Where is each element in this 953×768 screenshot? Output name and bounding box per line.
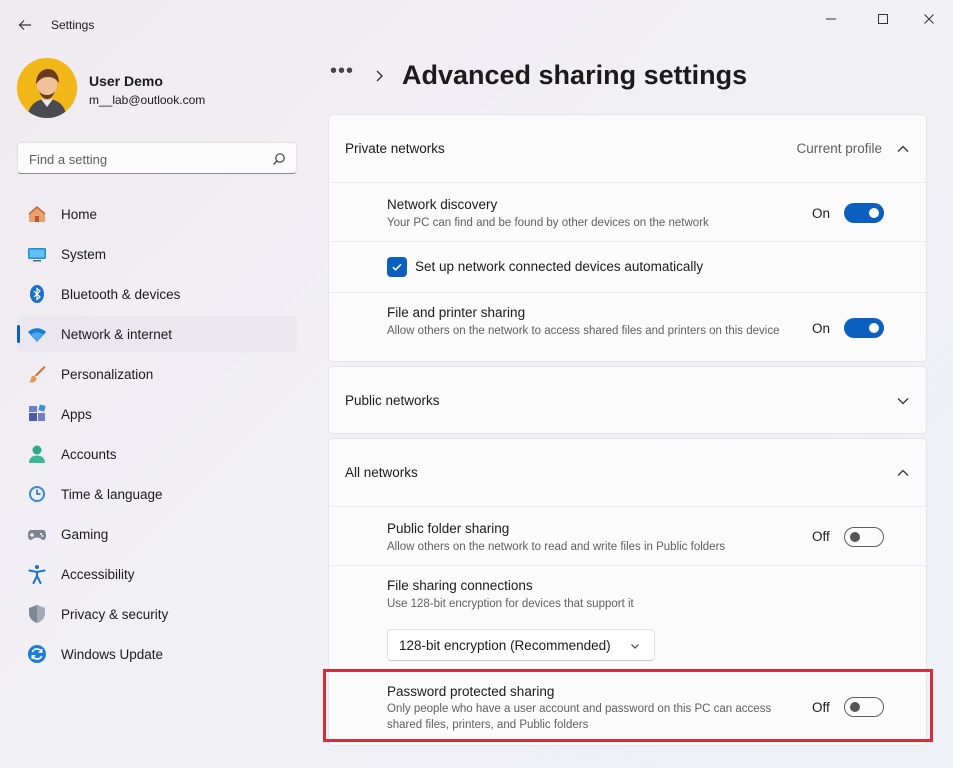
- sidebar-item-label: Privacy & security: [61, 607, 169, 622]
- auto-setup-checkbox[interactable]: [387, 257, 407, 277]
- brush-icon: [28, 366, 46, 383]
- close-button[interactable]: [906, 6, 952, 32]
- sidebar-item-system[interactable]: System: [17, 236, 297, 272]
- sidebar-item-apps[interactable]: Apps: [17, 396, 297, 432]
- update-icon: [28, 645, 46, 663]
- search-icon: [273, 153, 285, 165]
- setting-description: Allow others on the network to read and …: [387, 541, 726, 553]
- dropdown-selected-value: 128-bit encryption (Recommended): [399, 638, 611, 653]
- maximize-button[interactable]: [860, 6, 906, 32]
- sidebar-item-home[interactable]: Home: [17, 196, 297, 232]
- section-title: Public networks: [345, 393, 440, 408]
- checkbox-label: Set up network connected devices automat…: [415, 259, 704, 274]
- user-profile[interactable]: User Demo m__lab@outlook.com: [17, 58, 297, 120]
- page-title: Advanced sharing settings: [402, 60, 748, 90]
- sidebar-item-accounts[interactable]: Accounts: [17, 436, 297, 472]
- setting-title: File and printer sharing: [387, 305, 526, 320]
- highlight-annotation: [323, 669, 933, 742]
- bluetooth-icon: [30, 285, 44, 303]
- chevron-down-icon: [897, 398, 909, 405]
- sidebar-item-label: Bluetooth & devices: [61, 287, 181, 302]
- accessibility-icon: [28, 565, 46, 584]
- current-profile-label: Current profile: [796, 141, 882, 156]
- maximize-icon: [878, 14, 888, 24]
- sidebar-item-label: System: [61, 247, 107, 262]
- setting-title: Public folder sharing: [387, 521, 510, 536]
- system-icon: [28, 248, 46, 262]
- sidebar-item-label: Network & internet: [61, 327, 173, 342]
- home-icon: [28, 206, 46, 222]
- sidebar-item-label: Windows Update: [61, 647, 164, 662]
- close-icon: [924, 14, 934, 24]
- encryption-dropdown[interactable]: 128-bit encryption (Recommended): [387, 629, 655, 661]
- toggle-state-label: Off: [812, 529, 830, 544]
- sidebar-item-gaming[interactable]: Gaming: [17, 516, 297, 552]
- section-title: Private networks: [345, 141, 445, 156]
- auto-setup-row: Set up network connected devices automat…: [329, 241, 926, 293]
- private-networks-header[interactable]: Private networks Current profile: [329, 115, 926, 183]
- sidebar-item-personalization[interactable]: Personalization: [17, 356, 297, 392]
- user-name: User Demo: [89, 73, 163, 89]
- setting-description: Your PC can find and be found by other d…: [387, 217, 709, 229]
- file-sharing-connections-row: File sharing connections Use 128-bit enc…: [329, 565, 926, 669]
- chevron-down-icon: [631, 644, 639, 649]
- chevron-up-icon: [897, 145, 909, 152]
- sidebar-item-label: Gaming: [61, 527, 109, 542]
- all-networks-header[interactable]: All networks: [329, 439, 926, 507]
- sidebar-item-time-language[interactable]: Time & language: [17, 476, 297, 512]
- app-title: Settings: [51, 18, 95, 32]
- sidebar-item-bluetooth[interactable]: Bluetooth & devices: [17, 276, 297, 312]
- setting-title: Network discovery: [387, 197, 498, 212]
- search-placeholder: Find a setting: [29, 152, 108, 167]
- sidebar-item-windows-update[interactable]: Windows Update: [17, 636, 297, 672]
- public-folder-sharing-toggle[interactable]: [844, 527, 884, 547]
- shield-icon: [29, 605, 45, 623]
- file-printer-sharing-row: File and printer sharing Allow others on…: [329, 292, 926, 362]
- apps-icon: [29, 404, 46, 421]
- chevron-right-icon: [376, 70, 383, 82]
- network-discovery-row: Network discovery Your PC can find and b…: [329, 182, 926, 242]
- public-folder-sharing-row: Public folder sharing Allow others on th…: [329, 506, 926, 566]
- avatar: [17, 58, 77, 118]
- section-title: All networks: [345, 465, 418, 480]
- private-networks-card: Private networks Current profile Network…: [328, 114, 927, 362]
- back-button[interactable]: [14, 14, 36, 36]
- file-printer-sharing-toggle[interactable]: [844, 318, 884, 338]
- public-networks-card: Public networks: [328, 366, 927, 434]
- sidebar-item-network[interactable]: Network & internet: [17, 316, 297, 352]
- sidebar-nav: Home System Bluetooth & devices Network …: [17, 196, 297, 676]
- public-networks-header[interactable]: Public networks: [329, 367, 926, 433]
- minimize-icon: [826, 18, 836, 20]
- sidebar-item-label: Home: [61, 207, 98, 222]
- sidebar-item-privacy[interactable]: Privacy & security: [17, 596, 297, 632]
- sidebar-item-label: Personalization: [61, 367, 154, 382]
- toggle-state-label: On: [812, 206, 831, 221]
- breadcrumb-overflow-button[interactable]: •••: [330, 60, 354, 83]
- toggle-state-label: On: [812, 321, 831, 336]
- setting-title: File sharing connections: [387, 578, 533, 593]
- chevron-up-icon: [897, 469, 909, 476]
- gamepad-icon: [28, 530, 46, 540]
- minimize-button[interactable]: [808, 6, 854, 32]
- accounts-icon: [29, 445, 45, 463]
- sidebar-item-accessibility[interactable]: Accessibility: [17, 556, 297, 592]
- checkmark-icon: [392, 263, 402, 271]
- sidebar-item-label: Accounts: [61, 447, 117, 462]
- title-bar: Settings: [0, 0, 953, 48]
- network-discovery-toggle[interactable]: [844, 203, 884, 223]
- wifi-icon: [28, 328, 46, 342]
- setting-description: Allow others on the network to access sh…: [387, 325, 780, 337]
- user-email: m__lab@outlook.com: [89, 93, 206, 107]
- sidebar-item-label: Time & language: [61, 487, 163, 502]
- setting-description: Use 128-bit encryption for devices that …: [387, 598, 634, 610]
- clock-globe-icon: [29, 486, 45, 502]
- search-input[interactable]: Find a setting: [17, 142, 297, 174]
- sidebar-item-label: Accessibility: [61, 567, 135, 582]
- back-arrow-icon: [18, 20, 31, 30]
- sidebar-item-label: Apps: [61, 407, 92, 422]
